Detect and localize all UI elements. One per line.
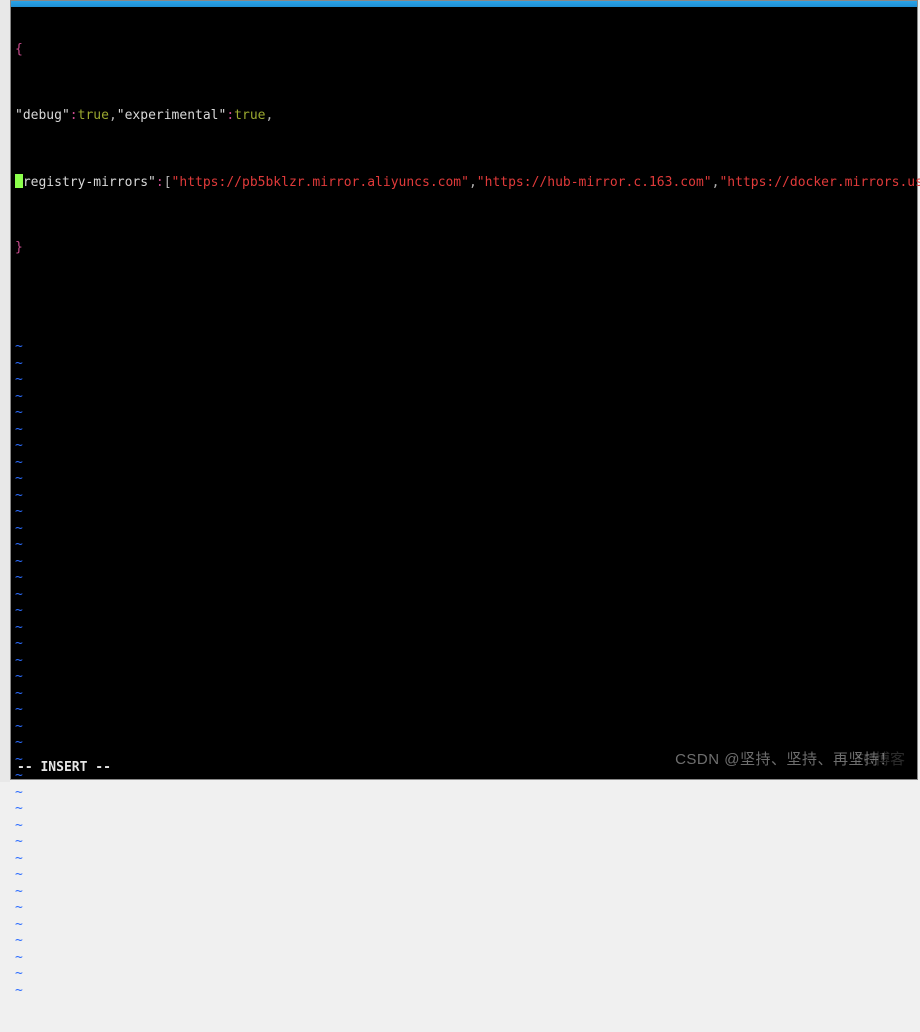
empty-line-tilde: ~ (15, 818, 913, 835)
text-cursor (15, 174, 23, 188)
code-line-1: { (15, 42, 913, 59)
window-titlebar[interactable] (11, 1, 917, 7)
empty-line-tilde: ~ (15, 570, 913, 587)
empty-line-tilde: ~ (15, 471, 913, 488)
empty-line-tilde: ~ (15, 702, 913, 719)
empty-line-tilde: ~ (15, 587, 913, 604)
code-line-3: "registry-mirrors":["https://pb5bklzr.mi… (15, 174, 913, 191)
empty-line-tilde: ~ (15, 620, 913, 637)
empty-line-tilde: ~ (15, 521, 913, 538)
empty-line-tilde: ~ (15, 636, 913, 653)
empty-line-tilde: ~ (15, 900, 913, 917)
terminal-window: { "debug":true,"experimental":true, "reg… (10, 0, 918, 780)
empty-line-tilde: ~ (15, 917, 913, 934)
empty-line-tilde: ~ (15, 801, 913, 818)
empty-line-tilde: ~ (15, 785, 913, 802)
empty-line-tilde: ~ (15, 851, 913, 868)
empty-line-tilde: ~ (15, 867, 913, 884)
empty-line-tilde: ~ (15, 504, 913, 521)
empty-line-tilde: ~ (15, 669, 913, 686)
empty-line-tilde: ~ (15, 356, 913, 373)
empty-line-tilde: ~ (15, 966, 913, 983)
empty-line-tilde: ~ (15, 339, 913, 356)
empty-line-tilde: ~ (15, 422, 913, 439)
empty-line-tilde: ~ (15, 653, 913, 670)
watermark-primary: CSDN @坚持、坚持、再坚持！ (675, 748, 895, 769)
empty-line-tilde: ~ (15, 834, 913, 851)
empty-line-tilde: ~ (15, 719, 913, 736)
code-line-4: } (15, 240, 913, 257)
empty-line-tilde: ~ (15, 603, 913, 620)
left-page-gutter (0, 0, 10, 782)
empty-line-tilde: ~ (15, 884, 913, 901)
vim-editor-area[interactable]: { "debug":true,"experimental":true, "reg… (15, 9, 913, 757)
empty-line-tilde: ~ (15, 686, 913, 703)
empty-line-tilde: ~ (15, 438, 913, 455)
vim-mode-status: -- INSERT -- (17, 760, 111, 775)
empty-line-tilde: ~ (15, 983, 913, 1000)
empty-line-tilde: ~ (15, 950, 913, 967)
empty-line-tilde: ~ (15, 933, 913, 950)
empty-line-tilde: ~ (15, 455, 913, 472)
code-line-2: "debug":true,"experimental":true, (15, 108, 913, 125)
empty-line-tilde: ~ (15, 554, 913, 571)
empty-line-tilde: ~ (15, 537, 913, 554)
empty-line-tilde: ~ (15, 405, 913, 422)
empty-line-tilde: ~ (15, 768, 913, 785)
empty-line-tilde: ~ (15, 389, 913, 406)
empty-line-tilde: ~ (15, 488, 913, 505)
empty-line-tilde: ~ (15, 372, 913, 389)
